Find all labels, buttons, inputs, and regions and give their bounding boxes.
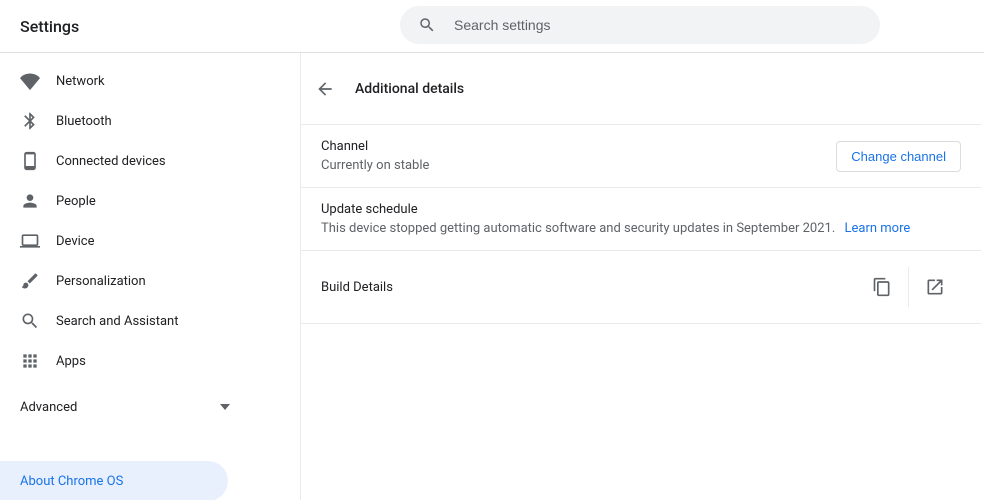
page-title: Additional details [355,81,464,97]
search-icon [20,311,40,331]
update-schedule-row: Update schedule This device stopped gett… [301,188,981,251]
person-icon [20,191,40,211]
phone-icon [20,151,40,171]
search-box[interactable] [400,6,880,44]
sidebar-item-people[interactable]: People [0,181,250,221]
copy-icon [872,277,892,297]
chevron-down-icon [220,402,230,412]
sidebar-item-bluetooth[interactable]: Bluetooth [0,101,250,141]
sidebar-item-label: People [56,194,96,209]
update-sub: This device stopped getting automatic so… [321,221,835,236]
learn-more-link[interactable]: Learn more [845,221,911,236]
advanced-label: Advanced [20,400,77,415]
wifi-icon [20,71,40,91]
copy-button[interactable] [856,267,908,307]
main-panel: Additional details Channel Currently on … [300,53,984,500]
sidebar-advanced-toggle[interactable]: Advanced [0,387,250,427]
channel-sub: Currently on stable [321,158,429,173]
open-in-new-icon [925,277,945,297]
sidebar-item-label: Bluetooth [56,114,112,129]
change-channel-button[interactable]: Change channel [836,141,961,172]
brush-icon [20,271,40,291]
apps-grid-icon [20,351,40,371]
about-label: About Chrome OS [20,474,123,489]
sidebar-item-connected-devices[interactable]: Connected devices [0,141,250,181]
channel-row: Channel Currently on stable Change chann… [301,125,981,188]
search-input[interactable] [454,17,862,33]
channel-title: Channel [321,139,429,154]
sidebar-item-network[interactable]: Network [0,61,250,101]
sidebar-item-search-assistant[interactable]: Search and Assistant [0,301,250,341]
sidebar-item-personalization[interactable]: Personalization [0,261,250,301]
sidebar-item-label: Connected devices [56,154,166,169]
sidebar-item-device[interactable]: Device [0,221,250,261]
sidebar-item-label: Network [56,74,105,89]
sidebar-item-about-chrome-os[interactable]: About Chrome OS [0,461,228,500]
page-app-title: Settings [20,17,79,36]
bluetooth-icon [20,111,40,131]
build-details-row[interactable]: Build Details [301,251,981,324]
sidebar-item-label: Search and Assistant [56,314,179,329]
sidebar: Network Bluetooth Connected devices Peop… [0,53,250,500]
update-title: Update schedule [321,202,418,217]
build-title: Build Details [321,280,856,295]
back-arrow-icon[interactable] [315,79,335,99]
open-external-button[interactable] [909,267,961,307]
sidebar-item-label: Personalization [56,274,146,289]
laptop-icon [20,231,40,251]
search-icon [418,16,436,34]
sidebar-item-label: Device [56,234,95,249]
sidebar-item-apps[interactable]: Apps [0,341,250,381]
sidebar-item-label: Apps [56,354,86,369]
